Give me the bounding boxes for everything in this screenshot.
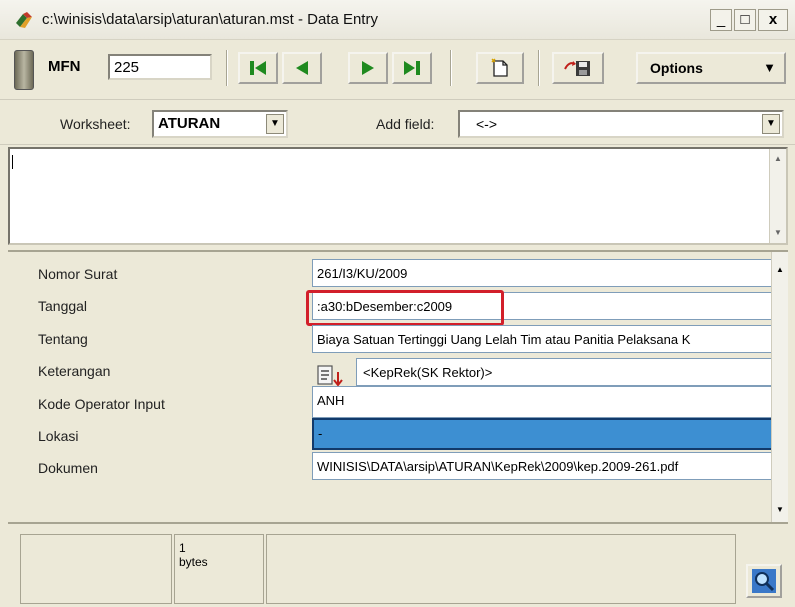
field-label-nomor-surat: Nomor Surat (38, 266, 118, 282)
worksheet-value: ATURAN (158, 115, 221, 132)
minimize-button[interactable]: _ (710, 9, 732, 31)
field-label-lokasi: Lokasi (38, 428, 79, 444)
first-record-button[interactable] (238, 52, 278, 84)
add-field-select[interactable]: <-> ▼ (458, 110, 784, 138)
bytes-count: 1 (179, 541, 186, 555)
field-label-tentang: Tentang (38, 331, 88, 347)
toolbar-separator (538, 50, 540, 86)
options-label: Options (650, 60, 703, 76)
toolbar-separator (226, 50, 228, 86)
save-record-icon (564, 61, 590, 76)
last-record-button[interactable] (392, 52, 432, 84)
first-record-icon (250, 61, 266, 75)
last-record-icon (404, 61, 420, 75)
mfn-input[interactable] (108, 54, 212, 80)
next-record-icon (362, 61, 374, 75)
search-button[interactable] (746, 564, 782, 598)
title-bar: c:\winisis\data\arsip\aturan\aturan.mst … (0, 0, 795, 40)
fields-scrollbar[interactable]: ▲ ▼ (771, 252, 788, 522)
database-icon (14, 50, 34, 90)
chevron-down-icon[interactable]: ▼ (266, 114, 284, 134)
new-record-button[interactable] (476, 52, 524, 84)
field-label-kode-operator: Kode Operator Input (38, 396, 165, 412)
magnifier-icon (752, 569, 776, 593)
chevron-down-icon[interactable]: ▼ (762, 114, 780, 134)
scroll-up-icon[interactable]: ▲ (772, 262, 788, 278)
worksheet-bar: Worksheet: ATURAN ▼ Add field: <-> ▼ (0, 101, 795, 145)
edit-area-scrollbar[interactable]: ▲ ▼ (769, 149, 786, 243)
window-title: c:\winisis\data\arsip\aturan\aturan.mst … (42, 11, 378, 28)
options-dropdown[interactable]: Options ▼ (636, 52, 786, 84)
app-icon (16, 12, 32, 28)
next-record-button[interactable] (348, 52, 388, 84)
worksheet-label: Worksheet: (60, 116, 131, 132)
close-button[interactable]: x (758, 9, 788, 31)
previous-record-button[interactable] (282, 52, 322, 84)
add-field-value: <-> (476, 116, 498, 132)
field-label-dokumen: Dokumen (38, 460, 98, 476)
new-record-icon (491, 58, 508, 77)
save-record-button[interactable] (552, 52, 604, 84)
status-cell (20, 534, 172, 604)
scroll-down-icon[interactable]: ▼ (770, 225, 786, 241)
field-kode-operator[interactable]: ANH (312, 386, 774, 418)
field-keterangan[interactable]: <KepRek(SK Rektor)> (356, 358, 774, 386)
maximize-button[interactable]: □ (734, 9, 756, 31)
text-caret (12, 155, 13, 169)
field-label-tanggal: Tanggal (38, 298, 88, 314)
mfn-label: MFN (48, 58, 81, 75)
record-toolbar: MFN 225 Options ▼ (0, 42, 795, 100)
scroll-down-icon[interactable]: ▼ (772, 502, 788, 518)
chevron-down-icon: ▼ (763, 60, 776, 75)
worksheet-select[interactable]: ATURAN ▼ (152, 110, 288, 138)
toolbar-separator (450, 50, 452, 86)
field-edit-area[interactable]: ▲ ▼ (8, 147, 788, 245)
scroll-up-icon[interactable]: ▲ (770, 151, 786, 167)
field-tentang[interactable]: Biaya Satuan Tertinggi Uang Lelah Tim at… (312, 325, 774, 353)
field-label-keterangan: Keterangan (38, 363, 111, 379)
bytes-label: bytes (179, 555, 208, 569)
previous-record-icon (296, 61, 308, 75)
field-nomor-surat[interactable]: 261/I3/KU/2009 (312, 259, 774, 287)
field-lokasi[interactable]: - (312, 418, 774, 450)
fields-panel: Nomor Surat 261/I3/KU/2009 Tanggal :a30:… (8, 250, 788, 522)
field-dokumen[interactable]: WINISIS\DATA\arsip\ATURAN\KepRek\2009\ke… (312, 452, 774, 480)
status-message-cell (266, 534, 736, 604)
add-field-label: Add field: (376, 116, 435, 132)
status-bytes-cell: 1 bytes (174, 534, 264, 604)
status-bar: 1 bytes (8, 522, 788, 604)
highlight-box (306, 290, 504, 326)
